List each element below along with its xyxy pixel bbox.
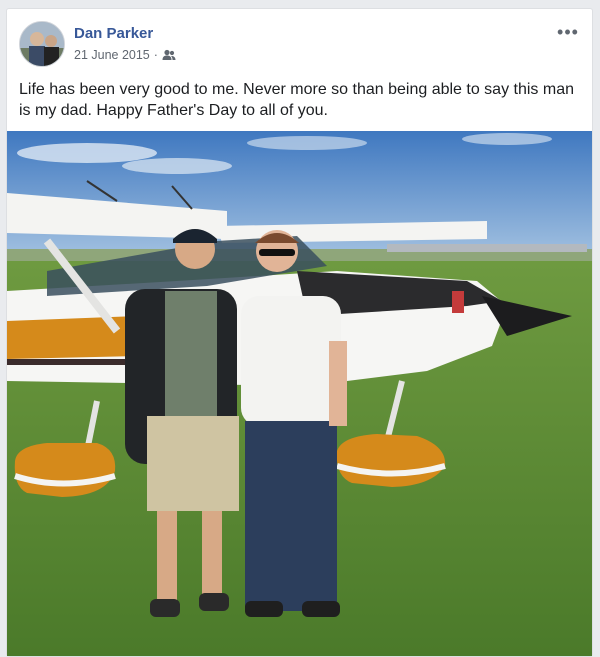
friends-icon[interactable] bbox=[162, 49, 176, 61]
post-text: Life has been very good to me. Never mor… bbox=[19, 81, 574, 119]
post-meta: 21 June 2015 · bbox=[74, 48, 176, 62]
post-card: Dan Parker 21 June 2015 · ••• Life has b… bbox=[6, 8, 593, 657]
post-header: Dan Parker 21 June 2015 · ••• bbox=[19, 21, 580, 71]
author-name[interactable]: Dan Parker bbox=[74, 25, 153, 42]
author-avatar[interactable] bbox=[19, 21, 65, 67]
post-photo[interactable] bbox=[7, 131, 592, 656]
post-date[interactable]: 21 June 2015 bbox=[74, 48, 150, 62]
meta-separator: · bbox=[153, 48, 158, 62]
more-options-button[interactable]: ••• bbox=[556, 23, 580, 43]
